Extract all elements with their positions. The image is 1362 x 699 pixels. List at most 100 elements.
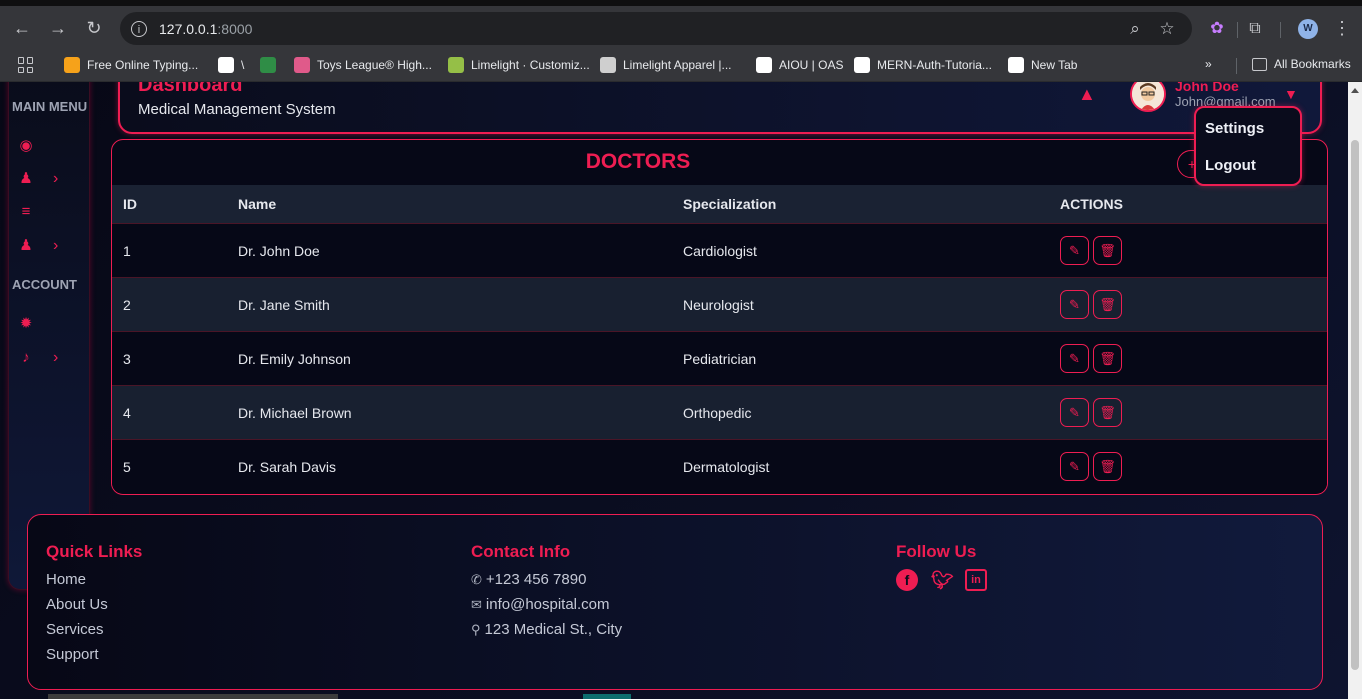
envelope-icon: ✉: [471, 597, 482, 612]
account-heading: ACCOUNT: [12, 277, 77, 292]
cell-specialization: Orthopedic: [672, 385, 1049, 440]
sidebar-item-dashboard[interactable]: ◉: [17, 135, 77, 157]
site-info-icon[interactable]: i: [131, 20, 147, 37]
page-subtitle: Medical Management System: [138, 101, 336, 118]
brain-extension-icon[interactable]: ✿: [1206, 18, 1228, 40]
edit-icon[interactable]: ✎: [1060, 290, 1089, 319]
column-header-specialization: Specialization: [672, 185, 1049, 224]
linkedin-icon[interactable]: in: [965, 569, 987, 591]
trash-icon[interactable]: 🗑︎: [1093, 344, 1122, 373]
taskbar-strip-accent: [583, 694, 631, 699]
bell-icon: ♪: [22, 349, 30, 366]
browser-toolbar: ← → ↻ i 127.0.0.1:8000 ⌕ ☆ ✿ ⧉ W ⋮: [0, 6, 1362, 51]
page-viewport: MAIN MENU ◉ ♟ › ≡ ♟ › ACCOUNT ✹ ♪ › Dashboa…: [0, 82, 1362, 699]
avatar[interactable]: [1130, 82, 1166, 112]
folder-icon: [1252, 57, 1267, 71]
bookmark-item[interactable]: MERN-Auth-Tutoria...: [854, 57, 992, 73]
edit-icon[interactable]: ✎: [1060, 452, 1089, 481]
table-row: 2 Dr. Jane Smith Neurologist ✎ 🗑︎: [112, 277, 1327, 332]
column-header-id: ID: [112, 185, 227, 224]
twitter-icon[interactable]: 🐦︎: [931, 569, 954, 591]
bookmark-label: Toys League® High...: [317, 58, 432, 72]
dropdown-item-logout[interactable]: Logout: [1205, 157, 1256, 174]
cell-actions: ✎ 🗑︎: [1049, 439, 1327, 493]
dropdown-item-settings[interactable]: Settings: [1205, 120, 1264, 137]
facebook-icon[interactable]: f: [896, 569, 918, 591]
bookmark-item[interactable]: Limelight · Customiz...: [448, 57, 590, 73]
cell-actions: ✎ 🗑︎: [1049, 277, 1327, 332]
footer-link-support[interactable]: Support: [46, 646, 99, 663]
browser-menu-icon[interactable]: ⋮: [1333, 18, 1351, 39]
contact-address: ⚲ 123 Medical St., City: [471, 621, 622, 638]
bookmark-item[interactable]: Free Online Typing...: [64, 57, 198, 73]
trash-icon[interactable]: 🗑︎: [1093, 398, 1122, 427]
doctors-table-card: DOCTORS + ID Name Specialization ACTIONS…: [111, 139, 1328, 495]
user-name: John Doe: [1175, 82, 1239, 94]
bookmark-item[interactable]: \: [218, 57, 244, 73]
trash-icon[interactable]: 🗑︎: [1093, 236, 1122, 265]
forward-arrow-icon[interactable]: →: [45, 15, 71, 41]
bookmark-star-icon[interactable]: ☆: [1157, 19, 1177, 39]
bookmarks-bar: Free Online Typing... \ Toys League® High.…: [0, 51, 1362, 82]
toolbar-separator: [1280, 22, 1281, 38]
sidebar-item-notifications[interactable]: ♪ ›: [17, 347, 77, 369]
edit-icon[interactable]: ✎: [1060, 344, 1089, 373]
extensions-icon[interactable]: ⧉: [1244, 18, 1266, 40]
more-bookmarks-icon[interactable]: »: [1205, 57, 1212, 71]
contact-address-text: 123 Medical St., City: [484, 621, 623, 638]
user-doctor-icon: ♟: [19, 170, 33, 187]
cell-specialization: Dermatologist: [672, 439, 1049, 493]
address-bar[interactable]: i 127.0.0.1:8000 ⌕ ☆: [120, 12, 1192, 45]
notification-bell-icon[interactable]: ▲: [1078, 84, 1096, 105]
url-port: :8000: [217, 20, 253, 37]
header-card: Dashboard Medical Management System ▲ Jo…: [118, 82, 1322, 134]
bookmark-item[interactable]: AIOU | OAS: [756, 57, 843, 73]
back-arrow-icon[interactable]: ←: [9, 15, 35, 41]
contact-email-text: info@hospital.com: [485, 596, 610, 613]
page-title: Dashboard: [138, 82, 243, 96]
edit-icon[interactable]: ✎: [1060, 236, 1089, 265]
footer-link-about[interactable]: About Us: [46, 596, 108, 613]
bookmark-label: \: [241, 58, 245, 72]
trash-icon[interactable]: 🗑︎: [1093, 290, 1122, 319]
cell-id: 5: [112, 439, 227, 493]
cell-name: Dr. Jane Smith: [227, 277, 672, 332]
profile-avatar[interactable]: W: [1298, 19, 1318, 39]
bookmark-item[interactable]: Limelight Apparel |...: [600, 57, 732, 73]
cell-specialization: Cardiologist: [672, 223, 1049, 278]
user-menu-caret-icon[interactable]: ▼: [1284, 86, 1298, 102]
footer: Quick Links Home About Us Services Suppo…: [27, 514, 1323, 690]
sidebar-item-database[interactable]: ≡: [17, 201, 77, 223]
apps-grid-icon[interactable]: [18, 57, 34, 73]
sidebar-item-patients[interactable]: ♟ ›: [17, 235, 77, 257]
reload-icon[interactable]: ↻: [81, 15, 107, 41]
taskbar-strip: [48, 694, 338, 699]
bookmark-label: AIOU | OAS: [779, 58, 844, 72]
bookmark-item[interactable]: Toys League® High...: [294, 57, 432, 73]
shopify-icon: [448, 57, 464, 73]
doctors-table: ID Name Specialization ACTIONS 1 Dr. John…: [112, 185, 1327, 493]
sidebar-item-doctors[interactable]: ♟ ›: [17, 168, 77, 190]
bookmark-item[interactable]: New Tab: [1008, 57, 1077, 73]
cell-specialization: Neurologist: [672, 277, 1049, 332]
avatar-face-icon: [1132, 82, 1164, 110]
url-host: 127.0.0.1: [159, 20, 218, 37]
zoom-icon[interactable]: ⌕: [1125, 19, 1145, 39]
cell-id: 1: [112, 223, 227, 278]
contact-phone-text: +123 456 7890: [485, 571, 587, 588]
github-icon: [854, 57, 870, 73]
location-pin-icon: ⚲: [471, 622, 481, 637]
scroll-up-arrow-icon[interactable]: [1351, 88, 1359, 93]
edit-icon[interactable]: ✎: [1060, 398, 1089, 427]
trash-icon[interactable]: 🗑︎: [1093, 452, 1122, 481]
scrollbar-thumb[interactable]: [1351, 140, 1359, 670]
contact-phone: ✆ +123 456 7890: [471, 571, 586, 588]
bookmark-label: Limelight · Customiz...: [471, 58, 590, 72]
bookmark-item[interactable]: [260, 57, 283, 73]
cell-name: Dr. John Doe: [227, 223, 672, 278]
footer-link-home[interactable]: Home: [46, 571, 86, 588]
all-bookmarks-button[interactable]: All Bookmarks: [1252, 57, 1351, 71]
globe-icon: [756, 57, 772, 73]
footer-link-services[interactable]: Services: [46, 621, 104, 638]
sidebar-item-settings[interactable]: ✹: [17, 313, 77, 335]
